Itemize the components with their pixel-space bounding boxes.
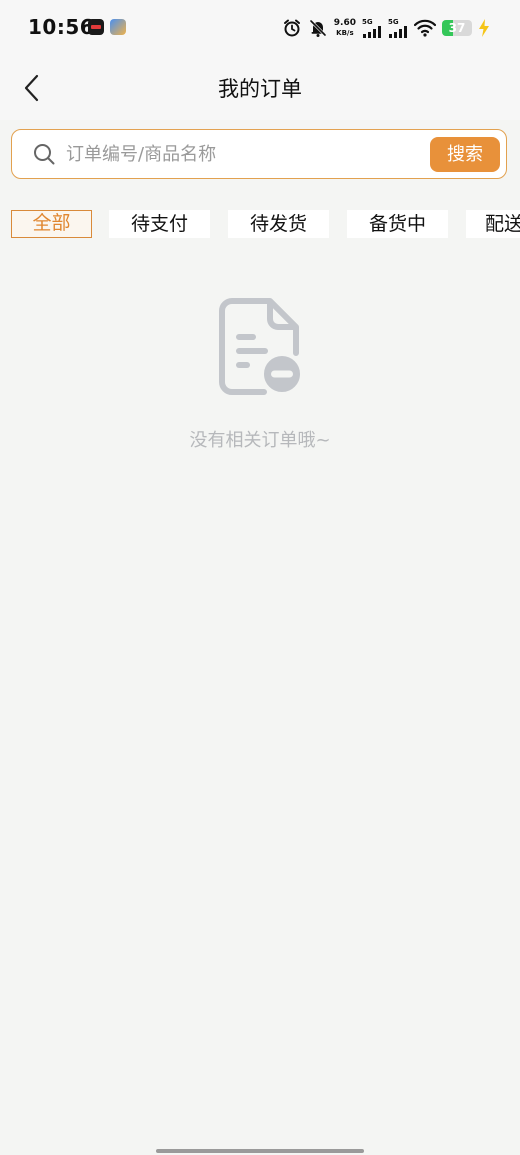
search-bar: 搜索 xyxy=(11,129,507,179)
notification-app-icon-2 xyxy=(110,19,126,35)
battery-indicator: 37 xyxy=(442,20,472,36)
tab-preparing[interactable]: 备货中 xyxy=(347,210,448,238)
network-speed-unit: KB/s xyxy=(336,29,354,37)
page-title: 我的订单 xyxy=(218,77,302,101)
sim1-label: 5G xyxy=(362,18,373,26)
tab-pending-shipment[interactable]: 待发货 xyxy=(228,210,329,238)
order-status-tabs: 全部 待支付 待发货 备货中 配送中 xyxy=(0,208,520,240)
notification-app-icon xyxy=(88,19,104,35)
alarm-icon xyxy=(283,19,300,37)
search-button[interactable]: 搜索 xyxy=(430,137,500,172)
empty-state-message: 没有相关订单哦~ xyxy=(189,430,331,451)
wifi-icon xyxy=(414,19,436,37)
status-time: 10:56 xyxy=(28,15,95,39)
network-speed: 9.60 KB/s xyxy=(334,18,356,38)
network-speed-value: 9.60 xyxy=(333,18,356,28)
battery-level: 37 xyxy=(448,21,466,35)
signal-sim1: 5G xyxy=(362,18,382,38)
mute-bell-icon xyxy=(309,19,326,37)
status-icons: 9.60 KB/s 5G 5G 37 xyxy=(282,14,490,42)
home-indicator[interactable] xyxy=(156,1149,364,1153)
signal-bars-icon xyxy=(363,26,381,38)
search-icon xyxy=(34,144,55,165)
status-bar: 10:56 9.60 KB/s 5G 5G 37 xyxy=(0,0,520,56)
tab-all[interactable]: 全部 xyxy=(11,210,92,238)
empty-document-icon xyxy=(219,298,304,396)
search-input[interactable] xyxy=(66,138,426,170)
tab-delivering[interactable]: 配送中 xyxy=(466,210,520,238)
tab-pending-payment[interactable]: 待支付 xyxy=(109,210,210,238)
app-header: 我的订单 xyxy=(0,56,520,120)
signal-bars-icon xyxy=(389,26,407,38)
signal-sim2: 5G xyxy=(388,18,408,38)
sim2-label: 5G xyxy=(388,18,399,26)
charging-bolt-icon xyxy=(479,19,489,37)
